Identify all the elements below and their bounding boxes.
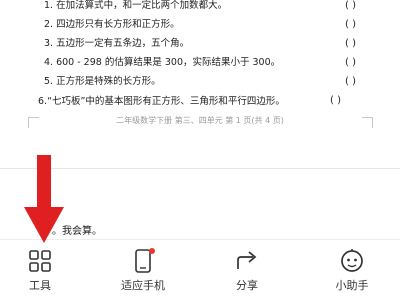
answer-paren-4[interactable]: ( ) (345, 57, 356, 68)
page-footer: 二年级数学下册 第三、四单元 第 1 页(共 4 页) (116, 116, 284, 125)
question-2: 2. 四边形只有长方形和正方形。 (44, 19, 180, 30)
document-page: 1. 在加法算式中，和一定比两个加数都大。 ( ) 2. 四边形只有长方形和正方… (0, 0, 400, 170)
toolbar-fit-phone-button[interactable]: 适应手机 (103, 240, 183, 301)
red-pointer-arrow-icon (24, 155, 64, 243)
answer-paren-2[interactable]: ( ) (345, 19, 356, 30)
question-5: 5. 正方形是特殊的长方形。 (44, 76, 161, 87)
question-1: 1. 在加法算式中，和一定比两个加数都大。 (44, 0, 228, 11)
toolbar-share-label: 分享 (236, 279, 258, 292)
answer-paren-3[interactable]: ( ) (345, 38, 356, 49)
bottom-toolbar: 工具 适应手机 分享 小助手 (0, 239, 400, 301)
question-4: 4. 600 - 298 的估算结果是 300，实际结果小于 300。 (44, 57, 281, 68)
toolbar-tools-button[interactable]: 工具 (0, 240, 80, 301)
question-6: 6.“七巧板”中的基本图形有正方形、三角形和平行四边形。 (38, 96, 285, 107)
grid-icon (29, 250, 51, 272)
toolbar-assistant-label: 小助手 (335, 279, 369, 292)
toolbar-fit-phone-label: 适应手机 (121, 279, 165, 292)
share-icon (237, 251, 257, 269)
toolbar-assistant-button[interactable]: 小助手 (312, 240, 392, 301)
toolbar-tools-label: 工具 (29, 279, 51, 292)
answer-paren-1[interactable]: ( ) (345, 0, 356, 11)
phone-fit-icon (135, 248, 155, 273)
toolbar-share-button[interactable]: 分享 (207, 240, 287, 301)
question-3: 3. 五边形一定有五条边，五个角。 (44, 38, 190, 49)
notification-dot (149, 248, 155, 254)
answer-paren-6[interactable]: ( ) (330, 95, 341, 106)
answer-paren-5[interactable]: ( ) (345, 76, 356, 87)
assistant-icon (341, 249, 363, 272)
